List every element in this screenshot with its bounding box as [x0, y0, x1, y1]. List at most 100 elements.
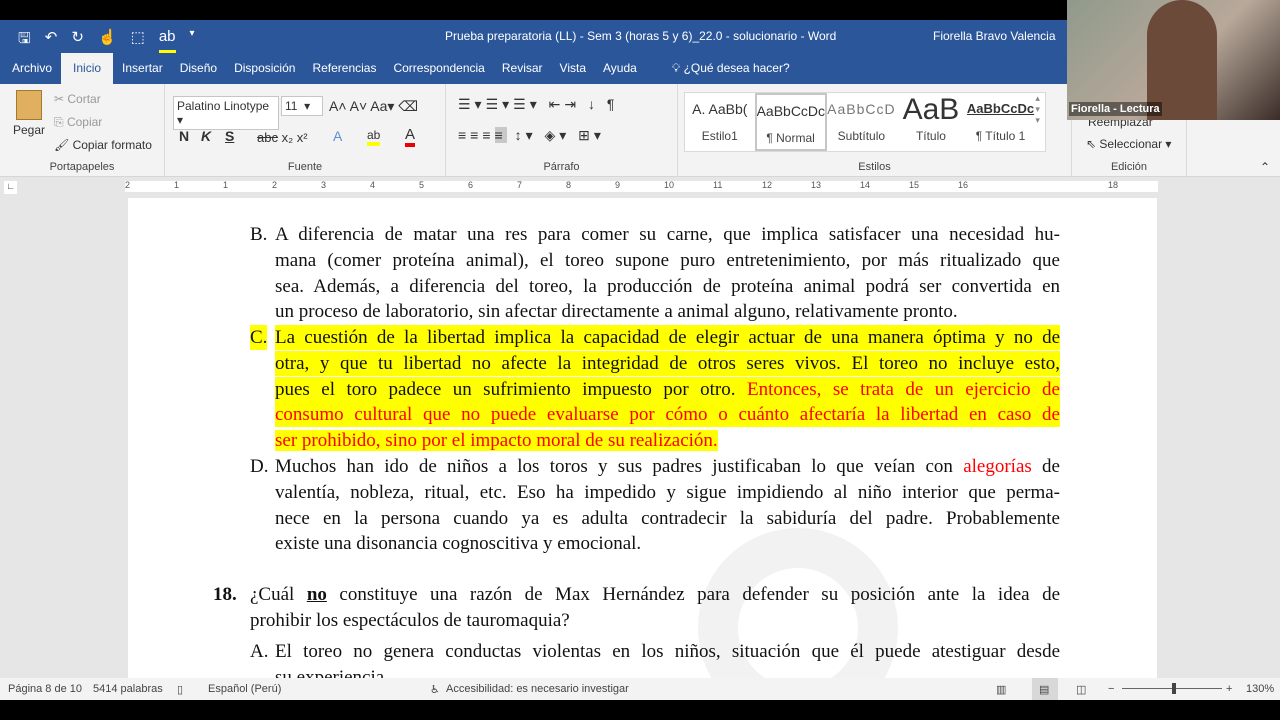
lightbulb-icon: 💡︎ — [671, 61, 684, 75]
font-group-label: Fuente — [287, 161, 323, 173]
style-subtitulo[interactable]: AaBbCcD Subtítulo — [827, 93, 897, 151]
strike-sub-super-icons[interactable]: abc x₂ x² — [257, 130, 308, 145]
ruler-number: 3 — [321, 180, 327, 190]
tab-insertar[interactable]: Insertar — [114, 53, 171, 84]
zoom-slider-thumb[interactable] — [1172, 683, 1176, 694]
text-line[interactable]: pues el toro padece un sufrimiento impue… — [275, 376, 1060, 402]
horizontal-ruler[interactable]: 2 1 1 2 3 4 5 6 7 8 9 10 11 12 13 14 15 16 18 — [125, 180, 1158, 192]
highlight-icon[interactable]: ab — [158, 28, 176, 53]
tab-revisar[interactable]: Revisar — [494, 53, 551, 84]
text-segment: A diferencia de matar una res para comer… — [275, 224, 1060, 245]
text-line[interactable]: otra, y que tu libertad no afecte la int… — [275, 350, 1060, 376]
paragraph-group: ☰▾☰▾☰▾ ⇤⇥ ↓ ¶ ≡≡≡≡ ↕▾ ◈▾ ⊞▾ Párrafo — [446, 84, 678, 177]
style-titulo1[interactable]: AaBbCcDc ¶ Título 1 — [966, 93, 1036, 151]
text-segment: prohibir los espectáculos de tauromaquia… — [250, 609, 570, 631]
zoom-in-button[interactable]: + — [1226, 683, 1232, 695]
tab-archivo[interactable]: Archivo — [4, 53, 60, 84]
ruler-bar: ∟ 2 1 1 2 3 4 5 6 7 8 9 10 11 12 13 14 15 16 18 — [0, 177, 1280, 198]
tab-selector[interactable]: ∟ — [4, 181, 17, 194]
comment-icon[interactable]: ⬚ — [131, 28, 145, 53]
list-indent-icons[interactable]: ☰▾☰▾☰▾ ⇤⇥ ↓ ¶ — [458, 96, 618, 113]
tell-me[interactable]: 💡︎ ¿Qué desea hacer? — [664, 53, 798, 84]
select-button[interactable]: ⇖ Seleccionar ▾ — [1086, 137, 1171, 151]
language[interactable]: Español (Perú) — [208, 683, 281, 695]
zoom-level[interactable]: 130% — [1246, 683, 1274, 695]
read-mode-icon[interactable]: ▥ — [996, 683, 1006, 696]
format-painter-button[interactable]: 🖌︎ Copiar formato — [54, 138, 152, 152]
style-name: Subtítulo — [837, 129, 886, 143]
text-line[interactable]: prohibir los espectáculos de tauromaquia… — [250, 608, 1060, 633]
select-label: Seleccionar — [1099, 137, 1163, 151]
bold-button[interactable]: N — [179, 128, 189, 144]
web-layout-icon[interactable]: ◫ — [1076, 683, 1086, 696]
styles-scroll[interactable]: ▴ ▾ ▾ — [1035, 93, 1045, 151]
font-group: Palatino Linotype ▾ 11 ▾ A˄ A˅ Aa▾ ⌫ N K… — [165, 84, 446, 177]
text-line[interactable]: mana (comer proteína animal), el toreo s… — [275, 248, 1060, 273]
tab-referencias[interactable]: Referencias — [304, 53, 384, 84]
paragraph-group-label: Párrafo — [543, 161, 580, 173]
zoom-out-button[interactable]: − — [1108, 683, 1114, 695]
cut-button[interactable]: ✂ Cortar — [54, 92, 101, 106]
save-icon[interactable]: 🖫 — [18, 28, 31, 53]
font-size-select[interactable]: 11 ▾ — [281, 96, 323, 116]
text-effects-icon[interactable]: A — [333, 128, 342, 144]
text-line[interactable]: valentía, nobleza, ritual, etc. Eso ha i… — [275, 480, 1060, 505]
alignment-icons[interactable]: ≡≡≡≡ ↕▾ ◈▾ ⊞▾ — [458, 127, 605, 144]
customize-qat-icon[interactable]: ▾ — [190, 28, 195, 53]
text-line[interactable]: A diferencia de matar una res para comer… — [275, 222, 1060, 247]
text-line[interactable]: El toreo no genera conductas violentas e… — [275, 639, 1060, 664]
text-segment: La cuestión de la libertad implica la ca… — [275, 327, 1060, 348]
print-layout-icon[interactable]: ▤ — [1032, 678, 1058, 700]
text-line[interactable]: un proceso de laboratorio, sin afectar d… — [275, 299, 1060, 324]
font-name-select[interactable]: Palatino Linotype ▾ — [173, 96, 279, 130]
tab-correspondencia[interactable]: Correspondencia — [385, 53, 492, 84]
paste-button[interactable]: Pegar — [12, 90, 46, 137]
webcam-label: Fiorella - Lectura — [1069, 102, 1162, 116]
tab-vista[interactable]: Vista — [552, 53, 594, 84]
touch-mode-icon[interactable]: ☝ — [98, 28, 117, 53]
text-line[interactable]: La cuestión de la libertad implica la ca… — [275, 325, 1060, 350]
text-line[interactable]: su experiencia. — [275, 665, 1060, 678]
text-line[interactable]: consumo cultural que no puede evaluarse … — [275, 402, 1060, 428]
undo-icon[interactable]: ↶ — [45, 28, 58, 53]
copy-button[interactable]: ⎘ Copiar — [54, 115, 102, 130]
ruler-number: 4 — [370, 180, 376, 190]
document-page[interactable]: B. A diferencia de matar una res para com… — [128, 198, 1157, 678]
collapse-ribbon-icon[interactable]: ⌃ — [1260, 160, 1270, 174]
tab-diseno[interactable]: Diseño — [172, 53, 225, 84]
word-count[interactable]: 5414 palabras — [93, 683, 163, 695]
style-estilo1[interactable]: A. AaBb(Estilo1 — [685, 93, 755, 151]
tab-inicio[interactable]: Inicio — [61, 53, 114, 84]
page-count[interactable]: Página 8 de 10 — [8, 683, 82, 695]
underline-button[interactable]: S — [225, 128, 234, 144]
proofing-icon[interactable]: ▯ — [177, 683, 183, 696]
text-line[interactable]: existe una disonancia cognoscitiva y emo… — [275, 531, 1060, 556]
styles-gallery: A. AaBb(Estilo1 AaBbCcDc ¶ Normal AaBbCcD… — [684, 92, 1046, 152]
style-titulo[interactable]: AaB Título — [896, 93, 966, 151]
italic-button[interactable]: K — [201, 128, 211, 144]
text-line[interactable]: Muchos han ido de niños a los toros y su… — [275, 454, 1060, 479]
window-title: Prueba preparatoria (LL) - Sem 3 (horas … — [445, 29, 837, 43]
tab-disposicion[interactable]: Disposición — [226, 53, 303, 84]
ruler-number: 16 — [958, 180, 969, 190]
grow-shrink-font-icons[interactable]: A˄ A˅ Aa▾ ⌫ — [329, 98, 418, 115]
highlighted-answer-text: consumo cultural que no puede evaluarse … — [275, 404, 1060, 426]
accessibility-status[interactable]: Accesibilidad: es necesario investigar — [446, 683, 629, 695]
text-line[interactable]: ser prohibido, sino por el impacto moral… — [275, 428, 1060, 453]
user-name[interactable]: Fiorella Bravo Valencia — [933, 29, 1056, 43]
text-line[interactable]: sea. Además, a diferencia del toreo, la … — [275, 274, 1060, 299]
text-segment: valentía, nobleza, ritual, etc. Eso ha i… — [275, 481, 1060, 503]
ruler-number: 5 — [419, 180, 425, 190]
redo-icon[interactable]: ↻ — [71, 28, 84, 53]
text-segment: El toreo no genera conductas violentas e… — [275, 641, 1060, 662]
text-line[interactable]: ¿Cuál no constituye una razón de Max Her… — [250, 582, 1060, 607]
text-line[interactable]: nece en la persona cuando ya es adulta c… — [275, 506, 1060, 531]
font-name-value: Palatino Linotype — [177, 99, 270, 113]
highlight-color-icon[interactable]: ab — [367, 128, 381, 146]
text-segment: otra, y que tu libertad no afecte la int… — [275, 352, 1060, 374]
ruler-number: 18 — [1108, 180, 1119, 190]
tab-ayuda[interactable]: Ayuda — [595, 53, 645, 84]
font-color-icon[interactable]: A — [405, 126, 416, 147]
copy-label: Copiar — [66, 115, 103, 129]
style-normal[interactable]: AaBbCcDc ¶ Normal — [754, 93, 827, 151]
